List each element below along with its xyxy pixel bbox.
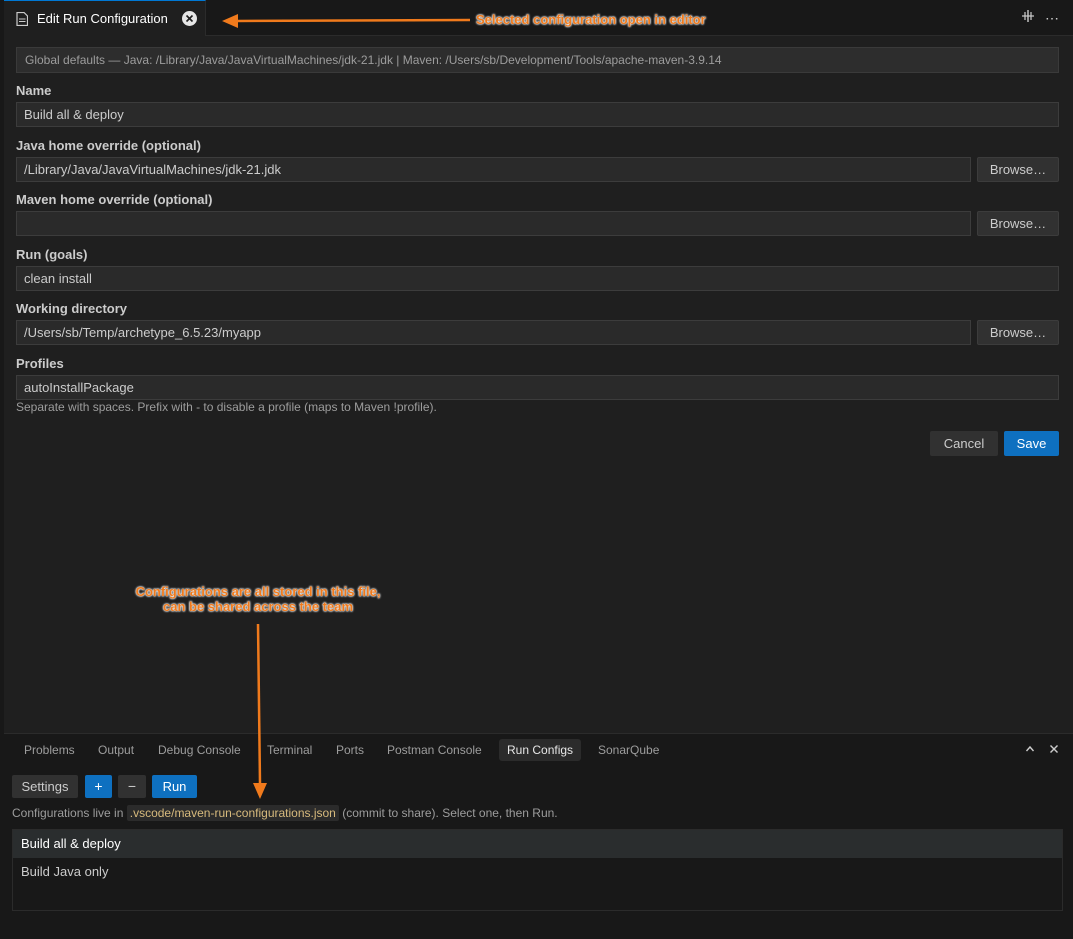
settings-button[interactable]: Settings <box>12 775 78 798</box>
tab-problems[interactable]: Problems <box>16 739 83 761</box>
info-prefix: Configurations live in <box>12 806 124 820</box>
java-home-browse-button[interactable]: Browse… <box>977 157 1059 182</box>
workdir-label: Working directory <box>16 301 128 316</box>
profiles-input[interactable]: autoInstallPackage <box>16 375 1059 400</box>
tab-run-configs[interactable]: Run Configs <box>499 739 582 761</box>
info-suffix: (commit to share). Select one, then Run. <box>342 806 558 820</box>
close-icon[interactable] <box>182 11 197 26</box>
tab-postman-console[interactable]: Postman Console <box>379 739 490 761</box>
profiles-label: Profiles <box>16 356 64 371</box>
tab-debug-console[interactable]: Debug Console <box>150 739 249 761</box>
config-list: Build all & deploy Build Java only <box>12 829 1063 911</box>
java-home-input[interactable]: /Library/Java/JavaVirtualMachines/jdk-21… <box>16 157 971 182</box>
annotation-file-note-line2: can be shared across the team <box>162 599 354 614</box>
config-file-path: .vscode/maven-run-configurations.json <box>126 805 339 821</box>
save-button[interactable]: Save <box>1004 431 1059 456</box>
tab-terminal[interactable]: Terminal <box>259 739 320 761</box>
java-home-label: Java home override (optional) <box>16 138 201 153</box>
annotation-file-note: Configurations are all stored in this fi… <box>120 584 396 614</box>
profiles-hint: Separate with spaces. Prefix with - to d… <box>16 400 437 414</box>
panel-actions <box>1025 742 1059 758</box>
add-config-button[interactable]: + <box>85 775 112 798</box>
name-input[interactable]: Build all & deploy <box>16 102 1059 127</box>
file-icon <box>14 11 30 27</box>
name-label: Name <box>16 83 52 98</box>
chevron-up-icon[interactable] <box>1025 742 1035 758</box>
workdir-browse-button[interactable]: Browse… <box>977 320 1059 345</box>
maven-home-label: Maven home override (optional) <box>16 192 213 207</box>
workdir-input[interactable]: /Users/sb/Temp/archetype_6.5.23/myapp <box>16 320 971 345</box>
configs-info: Configurations live in .vscode/maven-run… <box>12 805 558 821</box>
goals-input[interactable]: clean install <box>16 266 1059 291</box>
close-panel-icon[interactable] <box>1049 742 1059 758</box>
tab-ports[interactable]: Ports <box>328 739 372 761</box>
maven-home-input[interactable] <box>16 211 971 236</box>
annotation-editor-note: Selected configuration open in editor <box>476 12 706 27</box>
goals-label: Run (goals) <box>16 247 88 262</box>
global-defaults-bar: Global defaults — Java: /Library/Java/Ja… <box>16 47 1059 73</box>
tab-actions: ⋯ <box>1021 9 1059 26</box>
maven-home-browse-button[interactable]: Browse… <box>977 211 1059 236</box>
run-button[interactable]: Run <box>152 775 197 798</box>
list-item[interactable]: Build all & deploy <box>13 830 1062 858</box>
tab-sonarqube[interactable]: SonarQube <box>590 739 667 761</box>
list-item[interactable]: Build Java only <box>13 858 1062 886</box>
split-editor-icon[interactable] <box>1021 9 1035 26</box>
annotation-file-note-line1: Configurations are all stored in this fi… <box>135 584 381 599</box>
cancel-button[interactable]: Cancel <box>930 431 998 456</box>
tab-edit-run-configuration[interactable]: Edit Run Configuration <box>4 0 206 36</box>
tab-output[interactable]: Output <box>90 739 142 761</box>
more-actions-icon[interactable]: ⋯ <box>1045 10 1059 26</box>
remove-config-button[interactable]: − <box>118 775 146 798</box>
tab-title: Edit Run Configuration <box>37 11 168 26</box>
